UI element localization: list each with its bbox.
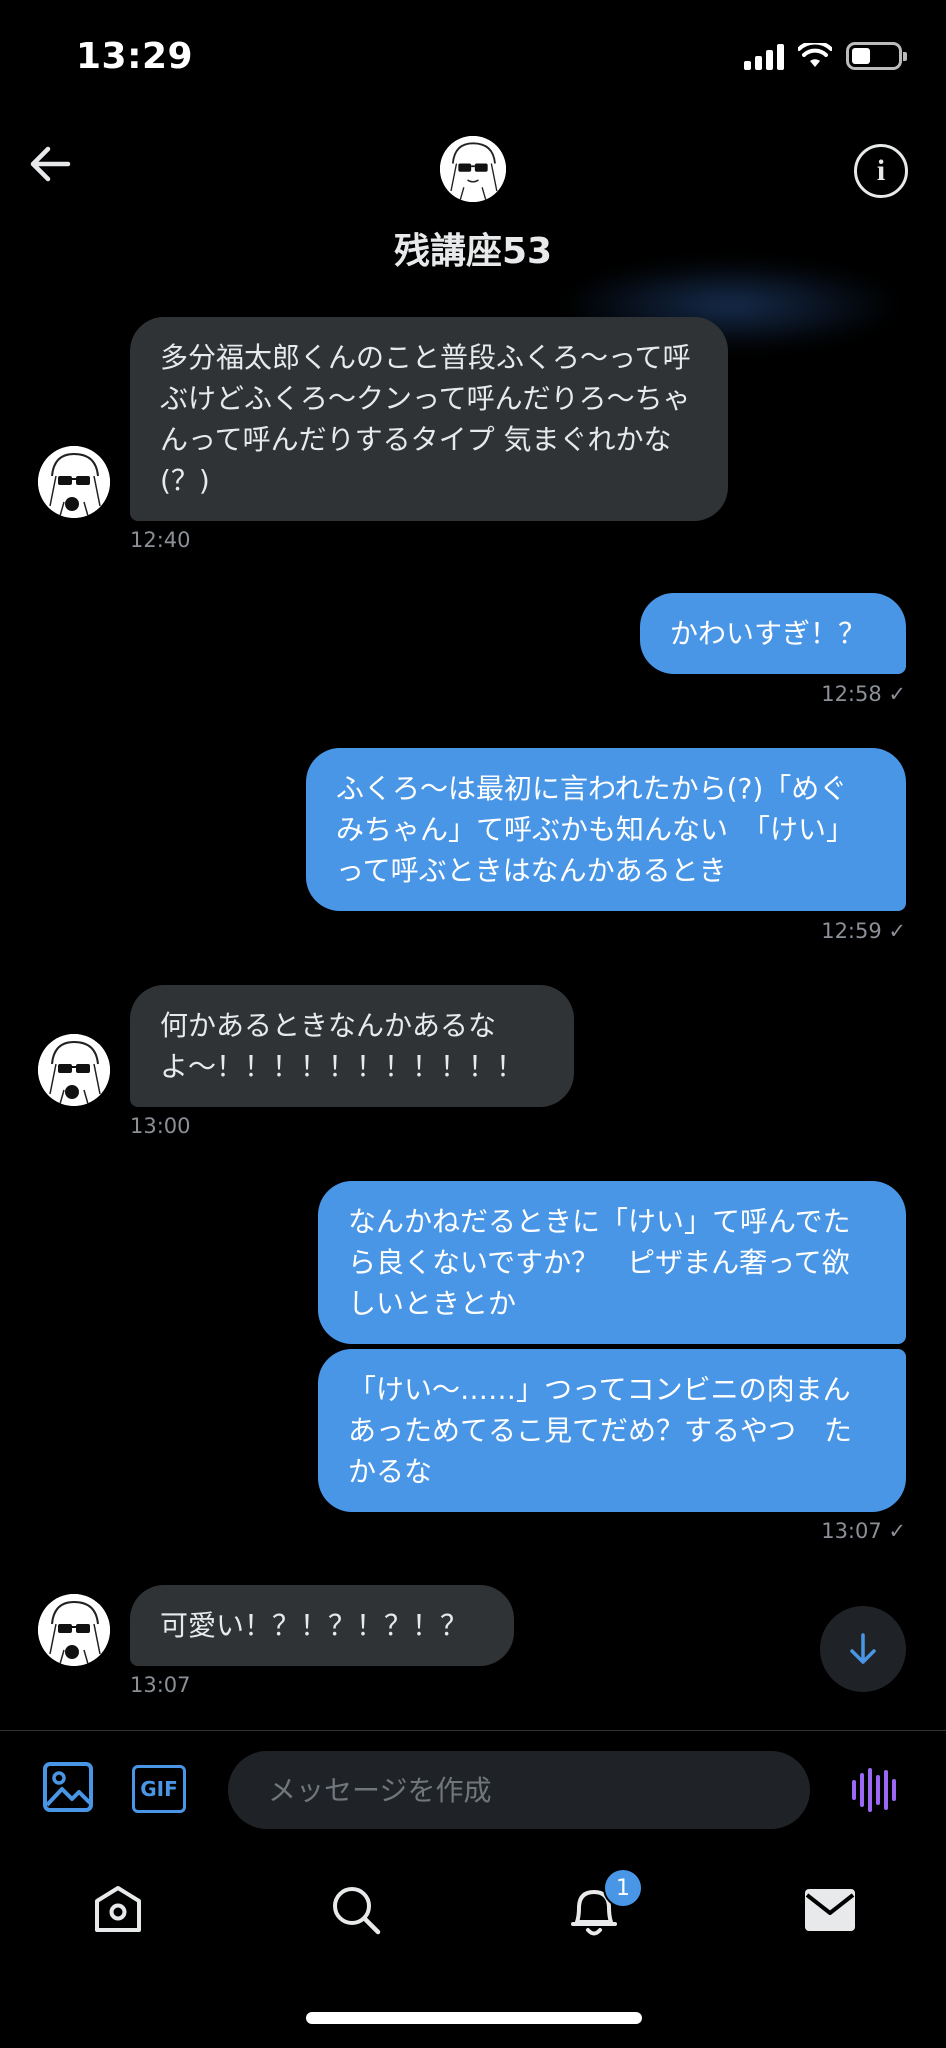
message-text: 何かあるときなんかあるなよ〜！！！！！！！！！！！ [160, 1009, 525, 1083]
message-bubble-outgoing[interactable]: 「けい〜……」つってコンビニの肉まんあっためてるこ見てだめ？するやつ たかるな [318, 1349, 906, 1512]
gif-label: GIF [140, 1777, 178, 1801]
message-bubble-outgoing[interactable]: ふくろ〜は最初に言われたから(?)「めぐみちゃん」て呼ぶかも知んない 「けい」っ… [306, 748, 906, 911]
home-indicator[interactable] [306, 2012, 642, 2024]
arrow-down-icon [850, 1633, 876, 1664]
search-icon [333, 1887, 381, 1935]
add-image-button[interactable] [42, 1761, 94, 1813]
notification-count-badge: 1 [603, 1868, 643, 1908]
info-button[interactable]: i [854, 144, 908, 198]
sender-avatar[interactable] [38, 1034, 110, 1106]
image-icon [43, 1762, 93, 1812]
tab-home[interactable] [88, 1880, 148, 1940]
message-timestamp: 13:07 ✓ [821, 1519, 906, 1543]
voice-message-button[interactable] [852, 1765, 902, 1815]
sender-avatar[interactable] [38, 1594, 110, 1666]
tab-messages[interactable] [800, 1880, 860, 1940]
status-icons [744, 42, 907, 70]
back-button[interactable] [24, 138, 76, 190]
cellular-signal-icon [744, 42, 784, 70]
conversation-header: 残講座53 i [0, 110, 946, 350]
mail-icon [805, 1889, 855, 1931]
message-composer: GIF [0, 1730, 946, 1850]
message-bubble-incoming[interactable]: 可愛い！？！？！？！？ [130, 1585, 514, 1666]
avatar-illustration [440, 136, 506, 202]
message-text: 「けい〜……」つってコンビニの肉まんあっためてるこ見てだめ？するやつ たかるな [348, 1373, 853, 1488]
message-timestamp: 12:40 [130, 528, 191, 552]
battery-icon [846, 42, 907, 70]
avatar-illustration [38, 1594, 110, 1666]
message-bubble-incoming[interactable]: 多分福太郎くんのこと普段ふくろ〜って呼ぶけどふくろ〜クンって呼んだりろ〜ちゃんっ… [130, 317, 728, 521]
message-timestamp: 13:07 [130, 1673, 191, 1697]
message-text: 可愛い！？！？！？！？ [160, 1609, 469, 1642]
scroll-to-bottom-button[interactable] [820, 1606, 906, 1692]
avatar-illustration [38, 1034, 110, 1106]
message-timestamp: 13:00 [130, 1114, 191, 1138]
message-text: かわいすぎ！？ [670, 617, 867, 650]
status-bar: 13:29 [0, 0, 946, 110]
sender-avatar[interactable] [38, 446, 110, 518]
message-text: なんかねだるときに「けい」て呼んでたら良くないですか？ ピザまん奢って欲しいとき… [348, 1205, 851, 1320]
add-gif-button[interactable]: GIF [132, 1765, 186, 1813]
avatar-illustration [38, 446, 110, 518]
message-bubble-outgoing[interactable]: なんかねだるときに「けい」て呼んでたら良くないですか？ ピザまん奢って欲しいとき… [318, 1181, 906, 1344]
wifi-icon [798, 43, 832, 67]
status-time: 13:29 [76, 36, 194, 77]
arrow-left-icon [30, 146, 71, 182]
message-bubble-outgoing[interactable]: かわいすぎ！？ [640, 593, 906, 674]
dm-screen: 13:29 残講座53 i 多分福太郎くんのこと普段ふくろ〜って呼ぶけどふくろ〜… [0, 0, 946, 2048]
message-input[interactable] [228, 1751, 810, 1829]
header-avatar[interactable] [440, 136, 506, 202]
message-text: ふくろ〜は最初に言われたから(?)「めぐみちゃん」て呼ぶかも知んない 「けい」っ… [336, 772, 855, 887]
home-icon [95, 1886, 141, 1932]
message-timestamp: 12:59 ✓ [821, 919, 906, 943]
message-timestamp: 12:58 ✓ [821, 682, 906, 706]
message-text: 多分福太郎くんのこと普段ふくろ〜って呼ぶけどふくろ〜クンって呼んだりろ〜ちゃんっ… [160, 341, 691, 497]
info-icon: i [876, 154, 886, 187]
message-bubble-incoming[interactable]: 何かあるときなんかあるなよ〜！！！！！！！！！！！ [130, 985, 574, 1107]
voice-wave-icon [852, 1780, 856, 1800]
tab-search[interactable] [326, 1880, 386, 1940]
